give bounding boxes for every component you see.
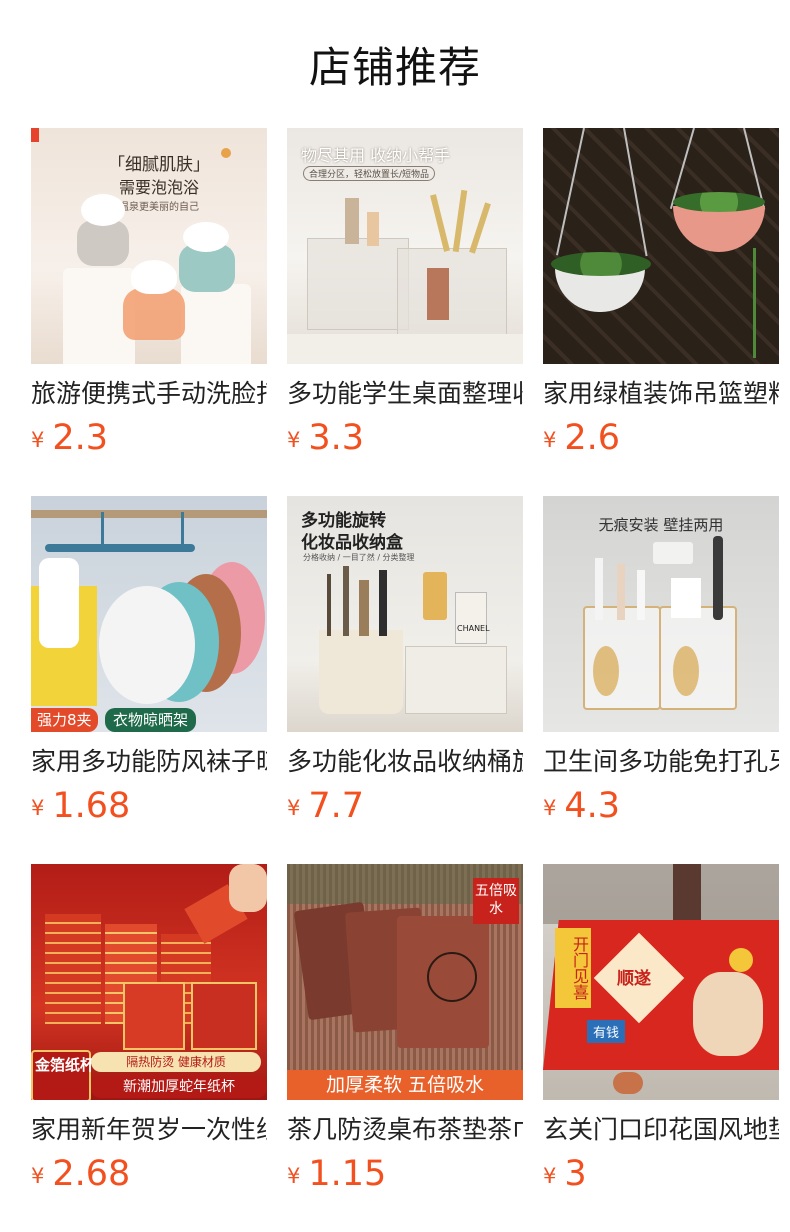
price-value: 4.3 — [564, 786, 621, 826]
product-name[interactable]: 卫生间多功能免打孔牙刷架 — [543, 746, 779, 778]
image-caption: 「细腻肌肤」 — [108, 155, 210, 175]
image-caption: 强力8夹 — [31, 708, 98, 732]
image-caption: 分格收纳 / 一目了然 / 分类整理 — [303, 553, 415, 562]
image-caption: 新潮加厚蛇年纸杯 — [91, 1076, 267, 1098]
product-price: ¥3.3 — [287, 418, 523, 464]
product-price: ¥3 — [543, 1154, 779, 1200]
product-card[interactable]: 家用绿植装饰吊篮塑料花盆 ¥2.6 — [543, 128, 779, 464]
page-title: 店铺推荐 — [308, 43, 481, 92]
product-price: ¥7.7 — [287, 786, 523, 832]
currency-symbol: ¥ — [31, 1164, 45, 1188]
image-caption: 化妆品收纳盒 — [301, 533, 403, 553]
product-name[interactable]: 多功能学生桌面整理收纳盒 — [287, 378, 523, 410]
image-caption: 开门见喜 — [555, 928, 591, 1008]
image-caption: 金箔纸杯 — [35, 1056, 96, 1074]
product-image[interactable]: 强力8夹 衣物晾晒架 — [31, 496, 267, 732]
price-value: 3.3 — [308, 418, 365, 458]
product-image[interactable]: 开门见喜 顺遂 有钱 — [543, 864, 779, 1100]
product-price: ¥1.15 — [287, 1154, 523, 1200]
product-card[interactable]: 强力8夹 衣物晾晒架 家用多功能防风袜子晾晒架 ¥1.68 — [31, 496, 267, 832]
currency-symbol: ¥ — [31, 796, 45, 820]
product-card[interactable]: 无痕安装 壁挂两用 卫生间多功能免打孔牙刷架 ¥4.3 — [543, 496, 779, 832]
image-caption: 合理分区，轻松放置长/短物品 — [303, 166, 436, 181]
product-price: ¥2.68 — [31, 1154, 267, 1200]
product-image[interactable]: 无痕安装 壁挂两用 — [543, 496, 779, 732]
price-value: 2.3 — [52, 418, 109, 458]
currency-symbol: ¥ — [287, 428, 301, 452]
product-card[interactable]: 五倍吸水 加厚柔软 五倍吸水 茶几防烫桌布茶垫茶巾 ¥1.15 — [287, 864, 523, 1200]
product-card[interactable]: 金箔纸杯 隔热防烫 健康材质 新潮加厚蛇年纸杯 家用新年贺岁一次性纸杯 ¥2.6… — [31, 864, 267, 1200]
image-caption: 有钱 — [587, 1020, 626, 1043]
product-image[interactable]: 多功能旋转 化妆品收纳盒 分格收纳 / 一目了然 / 分类整理 CHANEL — [287, 496, 523, 732]
product-name[interactable]: 家用多功能防风袜子晾晒架 — [31, 746, 267, 778]
image-caption: 顺遂 — [617, 969, 651, 989]
product-price: ¥2.6 — [543, 418, 779, 464]
product-name[interactable]: 茶几防烫桌布茶垫茶巾 — [287, 1114, 523, 1146]
price-value: 2.6 — [564, 418, 621, 458]
product-card[interactable]: 多功能旋转 化妆品收纳盒 分格收纳 / 一目了然 / 分类整理 CHANEL 多… — [287, 496, 523, 832]
price-value: 1.15 — [308, 1154, 387, 1194]
image-caption: 隔热防烫 健康材质 — [91, 1052, 261, 1072]
image-caption: 加厚柔软 五倍吸水 — [287, 1070, 523, 1100]
product-card[interactable]: 「细腻肌肤」 需要泡泡浴 温泉更美丽的自己 旅游便携式手动洗脸打泡器 ¥2.3 — [31, 128, 267, 464]
product-name[interactable]: 家用新年贺岁一次性纸杯 — [31, 1114, 267, 1146]
product-price: ¥1.68 — [31, 786, 267, 832]
price-value: 1.68 — [52, 786, 131, 826]
currency-symbol: ¥ — [31, 428, 45, 452]
product-image[interactable]: 「细腻肌肤」 需要泡泡浴 温泉更美丽的自己 — [31, 128, 267, 364]
product-price: ¥4.3 — [543, 786, 779, 832]
image-caption: 衣物晾晒架 — [105, 708, 197, 732]
product-card[interactable]: 物尽其用 收纳小帮手 合理分区，轻松放置长/短物品 多功能学生桌面整理收纳盒 ¥… — [287, 128, 523, 464]
product-name[interactable]: 旅游便携式手动洗脸打泡器 — [31, 378, 267, 410]
price-value: 2.68 — [52, 1154, 131, 1194]
product-image[interactable] — [543, 128, 779, 364]
product-name[interactable]: 多功能化妆品收纳桶旋转 — [287, 746, 523, 778]
image-caption: 物尽其用 收纳小帮手 — [301, 146, 451, 165]
product-name[interactable]: 家用绿植装饰吊篮塑料花盆 — [543, 378, 779, 410]
product-price: ¥2.3 — [31, 418, 267, 464]
currency-symbol: ¥ — [543, 796, 557, 820]
currency-symbol: ¥ — [543, 1164, 557, 1188]
price-value: 3 — [564, 1154, 587, 1194]
product-image[interactable]: 金箔纸杯 隔热防烫 健康材质 新潮加厚蛇年纸杯 — [31, 864, 267, 1100]
currency-symbol: ¥ — [287, 1164, 301, 1188]
currency-symbol: ¥ — [543, 428, 557, 452]
image-caption: 五倍吸水 — [473, 878, 519, 924]
image-caption: 无痕安装 壁挂两用 — [598, 516, 724, 534]
price-value: 7.7 — [308, 786, 365, 826]
product-image[interactable]: 物尽其用 收纳小帮手 合理分区，轻松放置长/短物品 — [287, 128, 523, 364]
product-card[interactable]: 开门见喜 顺遂 有钱 玄关门口印花国风地垫 ¥3 — [543, 864, 779, 1200]
product-image[interactable]: 五倍吸水 加厚柔软 五倍吸水 — [287, 864, 523, 1100]
currency-symbol: ¥ — [287, 796, 301, 820]
product-name[interactable]: 玄关门口印花国风地垫 — [543, 1114, 779, 1146]
